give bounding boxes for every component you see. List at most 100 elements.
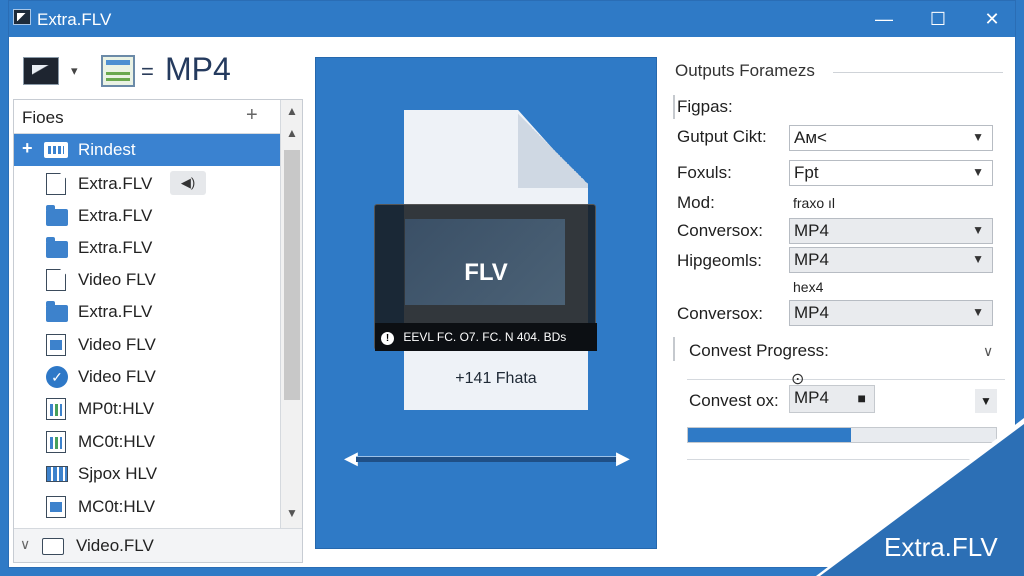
list-item[interactable]: Video FLV [14, 329, 280, 361]
list-item-label: Sjpox HLV [78, 464, 158, 483]
folder-icon [46, 301, 68, 322]
list-item-label: Extra.FLV [78, 174, 153, 193]
chevron-down-icon: ▼ [972, 223, 984, 237]
list-item[interactable]: Extra.FLV [14, 232, 280, 264]
list-item[interactable]: MC0t:HLV [14, 426, 280, 458]
window-title: Extra.FLV [37, 10, 112, 29]
field-label: Foxuls: [677, 163, 732, 182]
select-value: MP4 [794, 388, 829, 407]
list-item-label: Rindest [78, 140, 136, 159]
equals-sign: = [141, 59, 154, 84]
document-icon [46, 173, 66, 195]
plus-icon: + [22, 138, 33, 158]
divider [687, 459, 1005, 460]
scroll-down-arrow-icon[interactable]: ▼ [281, 506, 303, 524]
list-item[interactable]: Sjpox HLV [14, 458, 280, 490]
stop-icon[interactable]: ■ [858, 390, 866, 406]
source-format-icon[interactable] [23, 57, 59, 85]
target-file-icon[interactable] [101, 55, 135, 87]
conversion-select[interactable]: MP4 ▼ [789, 300, 993, 326]
target-format-label: MP4 [165, 51, 231, 87]
overlay-format-label: FLV [464, 259, 508, 286]
list-item-label: Extra.FLV [78, 302, 153, 321]
files-list: + Rindest Extra.FLV ◀) Extra.FLV Extra.F… [14, 134, 280, 528]
list-item-label: MC0t:HLV [78, 497, 156, 516]
page-fold [518, 110, 588, 188]
chevron-down-icon[interactable]: ∨ [20, 536, 30, 553]
codec-sub-value: hex4 [793, 279, 824, 295]
field-label: Conversox: [677, 304, 763, 323]
field-label: Figpas: [677, 97, 733, 116]
list-item-label: MP0t:HLV [78, 399, 155, 418]
overlay-info-text: EEVL FC. O7. FC. N 404. BDs [403, 330, 567, 344]
divider [673, 95, 675, 119]
list-item[interactable]: MC0t:HLV [14, 491, 280, 523]
folder-icon [42, 538, 64, 555]
settings-title: Outputs Foramezs [675, 61, 815, 80]
conversion-select[interactable]: MP4 ▼ [789, 218, 993, 244]
list-item[interactable]: Extra.FLV [14, 200, 280, 232]
select-value: MP4 [794, 221, 829, 240]
list-item-label: Video FLV [78, 367, 156, 386]
chevron-down-icon[interactable]: ▾ [71, 63, 78, 79]
add-file-button[interactable]: + [246, 104, 258, 127]
overlay-info-bar: ! EEVL FC. O7. FC. N 404. BDs [375, 323, 597, 351]
document-icon [46, 269, 66, 291]
maximize-button[interactable]: ☐ [925, 7, 951, 31]
close-button[interactable]: ✕ [979, 7, 1005, 31]
field-label: Conversox: [677, 221, 763, 240]
field-label: Gutput Cikt: [677, 127, 767, 146]
video-file-icon [46, 496, 66, 518]
select-value: MP4 [794, 250, 829, 269]
divider [673, 337, 675, 361]
progress-label: Convest Progress: [689, 341, 829, 360]
list-item[interactable]: MP0t:HLV [14, 393, 280, 425]
chevron-down-icon[interactable]: ▼ [975, 389, 997, 413]
chart-file-icon [46, 398, 66, 420]
list-item-label: Extra.FLV [78, 206, 153, 225]
files-title: Fioes [22, 108, 64, 127]
network-folder-icon [44, 142, 68, 158]
convert-select[interactable]: MP4 ■ [789, 385, 875, 413]
list-item[interactable]: ✓ Video FLV [14, 361, 280, 393]
chevron-down-icon: ▼ [972, 165, 984, 179]
arrow-right-icon[interactable]: ▶ [616, 448, 630, 469]
list-item[interactable]: + Rindest [14, 134, 280, 166]
checkmark-icon: ✓ [46, 366, 68, 388]
minimize-button[interactable]: — [871, 7, 897, 31]
document-caption: +141 Fhata [455, 370, 537, 387]
video-file-icon [46, 334, 66, 356]
list-item[interactable]: Extra.FLV ◀) [14, 168, 280, 200]
field-label: Convest ox: [689, 391, 779, 410]
scroll-up-arrow-icon[interactable]: ▲ [281, 126, 303, 144]
output-settings: Outputs Foramezs Figpas: Gutput Cikt: Ам… [673, 57, 1009, 527]
divider [833, 72, 1003, 73]
grid-file-icon [46, 466, 68, 482]
files-footer[interactable]: ∨ Video.FLV [14, 528, 302, 562]
divider [687, 379, 1005, 380]
output-select[interactable]: Ам< ▼ [789, 125, 993, 151]
files-scrollbar[interactable]: ▲ ▲ ▼ [280, 100, 302, 528]
preview-slider[interactable] [356, 456, 618, 462]
scroll-up-arrow-icon[interactable]: ▲ [281, 104, 303, 122]
files-header: Fioes + [14, 100, 280, 134]
conversion-progress-bar [687, 427, 997, 443]
list-item[interactable]: Extra.FLV [14, 296, 280, 328]
select-value: Fpt [794, 163, 819, 182]
chevron-down-icon: ▼ [972, 305, 984, 319]
chart-file-icon [46, 431, 66, 453]
brand-logo-text: Extra.FLV [884, 532, 998, 562]
scrollbar-thumb[interactable] [284, 150, 300, 400]
mode-value: fraxo ıl [793, 195, 836, 211]
list-item-label: MC0t:HLV [78, 432, 156, 451]
chevron-down-icon: ▼ [972, 252, 984, 266]
chevron-down-icon[interactable]: ∨ [983, 343, 993, 360]
preview-panel: FLV ! EEVL FC. O7. FC. N 404. BDs +141 F… [315, 57, 657, 549]
list-item[interactable]: Video FLV [14, 264, 280, 296]
audio-icon[interactable]: ◀) [170, 171, 206, 195]
toolbar: ▾ = MP4 [9, 37, 309, 101]
field-label: Mod: [677, 193, 715, 212]
app-icon [13, 9, 31, 25]
codec-select[interactable]: MP4 ▼ [789, 247, 993, 273]
format-select[interactable]: Fpt ▼ [789, 160, 993, 186]
